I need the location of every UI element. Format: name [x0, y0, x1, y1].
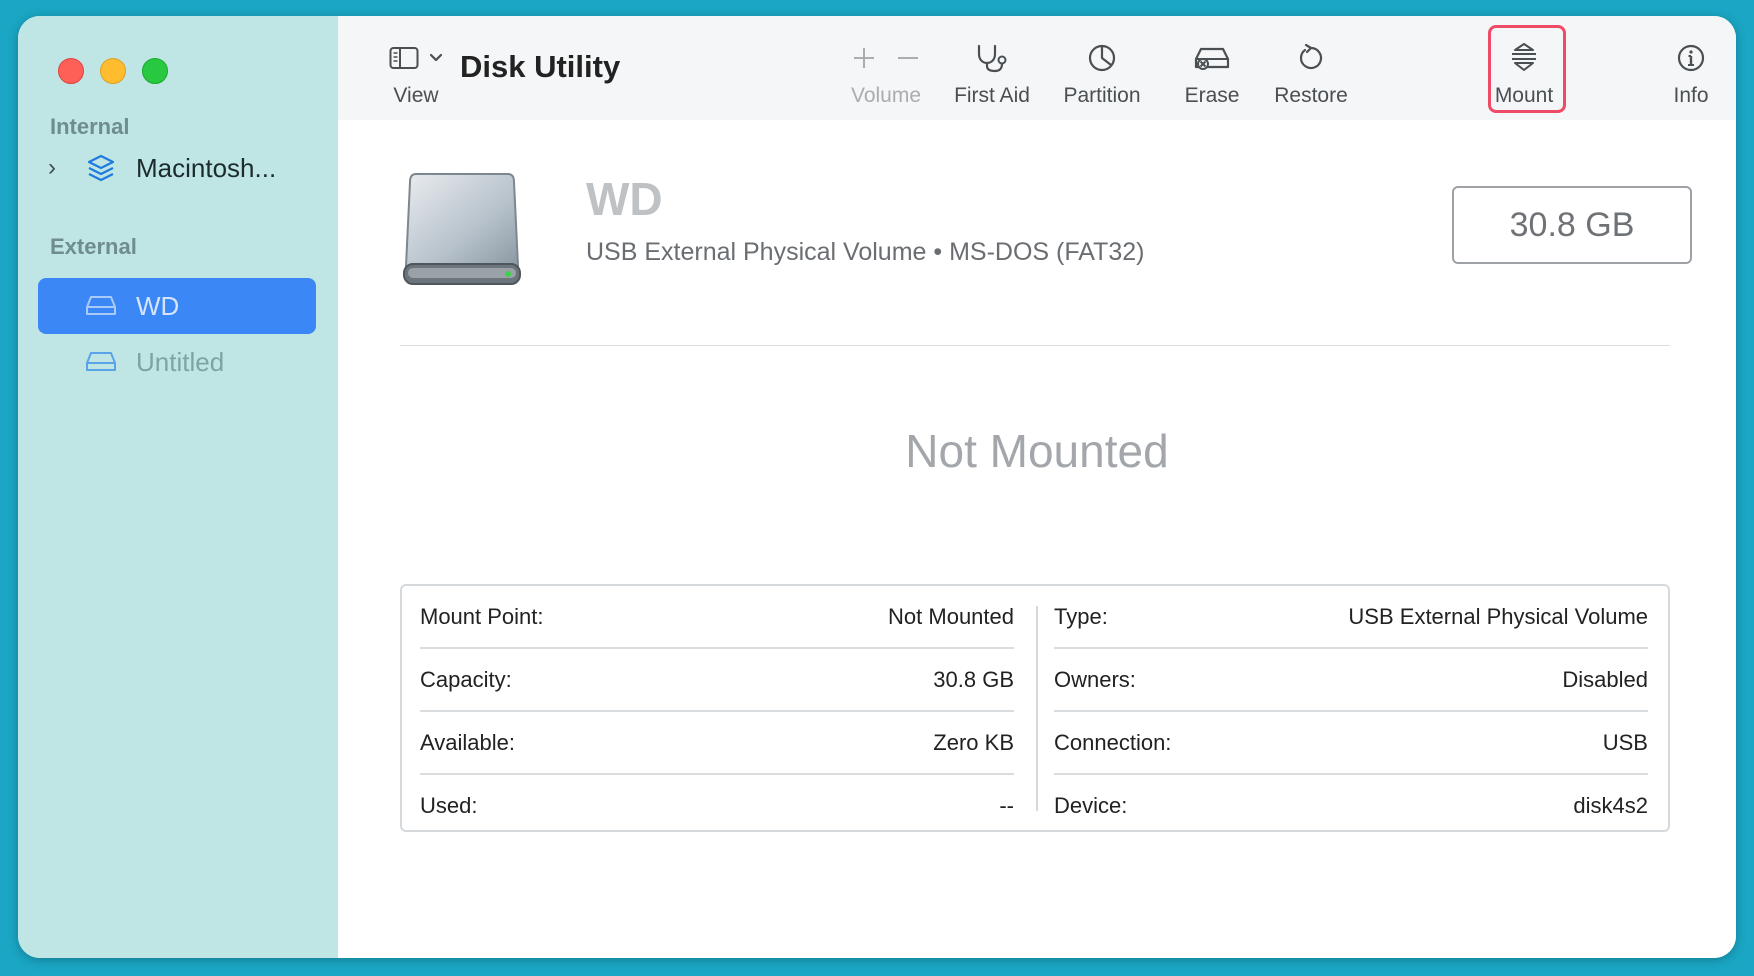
- disk-info-table: Mount Point: Not Mounted Capacity: 30.8 …: [400, 584, 1670, 832]
- restore-label: Restore: [1274, 84, 1348, 107]
- close-button[interactable]: [58, 58, 84, 84]
- info-key: Owners:: [1054, 666, 1136, 692]
- disk-utility-window: Internal › Macintosh... External WD Unti…: [18, 16, 1736, 958]
- disk-name: WD: [586, 173, 663, 225]
- restore-icon: [1299, 43, 1323, 70]
- info-value: USB: [1602, 729, 1648, 755]
- sidebar-item-untitled[interactable]: Untitled: [38, 334, 316, 390]
- info-value: Zero KB: [933, 729, 1014, 755]
- restore-button[interactable]: Restore: [1256, 40, 1366, 108]
- info-value: Not Mounted: [888, 603, 1014, 629]
- info-value: USB External Physical Volume: [1348, 603, 1648, 629]
- toolbar: View Disk Utility Volume First Aid Parti…: [338, 16, 1736, 121]
- layers-icon: [84, 154, 118, 182]
- plus-icon: [854, 48, 874, 68]
- mount-highlight-box: [1488, 25, 1566, 113]
- view-label: View: [393, 84, 439, 107]
- column-divider: [1036, 606, 1038, 811]
- view-button[interactable]: View: [378, 40, 454, 108]
- info-key: Mount Point:: [420, 603, 544, 629]
- info-column-left: Mount Point: Not Mounted Capacity: 30.8 …: [420, 586, 1014, 836]
- divider: [400, 345, 1670, 346]
- disk-subtitle: USB External Physical Volume • MS-DOS (F…: [586, 238, 1145, 266]
- chevron-right-icon[interactable]: ›: [48, 154, 70, 182]
- info-label: Info: [1673, 84, 1709, 107]
- info-key: Capacity:: [420, 666, 512, 692]
- erase-drive-icon: [1194, 47, 1230, 70]
- info-row: Type: USB External Physical Volume: [1054, 586, 1648, 649]
- pie-chart-icon: [1088, 44, 1116, 72]
- info-row: Capacity: 30.8 GB: [420, 649, 1014, 712]
- first-aid-button[interactable]: First Aid: [942, 40, 1042, 108]
- partition-label: Partition: [1063, 84, 1141, 107]
- info-key: Used:: [420, 792, 478, 818]
- info-row: Device: disk4s2: [1054, 775, 1648, 836]
- sidebar-toggle-icon: [389, 47, 419, 69]
- info-key: Available:: [420, 729, 515, 755]
- info-row: Mount Point: Not Mounted: [420, 586, 1014, 649]
- page-title: Disk Utility: [460, 49, 621, 84]
- mount-status: Not Mounted: [905, 425, 1169, 477]
- stethoscope-icon: [977, 44, 1007, 73]
- volume-button[interactable]: Volume: [836, 40, 936, 108]
- first-aid-label: First Aid: [954, 84, 1030, 107]
- info-value: Disabled: [1562, 666, 1648, 692]
- minimize-button[interactable]: [100, 58, 126, 84]
- info-key: Type:: [1054, 603, 1108, 629]
- erase-label: Erase: [1184, 84, 1240, 107]
- volume-label: Volume: [850, 84, 922, 107]
- info-row: Used: --: [420, 775, 1014, 836]
- partition-button[interactable]: Partition: [1038, 40, 1166, 108]
- sidebar-section-external: External: [50, 234, 137, 259]
- info-key: Device:: [1054, 792, 1128, 818]
- chevron-down-icon: [429, 53, 443, 62]
- sidebar: Internal › Macintosh... External WD Unti…: [18, 16, 339, 958]
- zoom-button[interactable]: [142, 58, 168, 84]
- sidebar-item-label: Untitled: [136, 346, 225, 377]
- external-drive-icon: [400, 168, 524, 301]
- info-key: Connection:: [1054, 729, 1172, 755]
- drive-icon: [84, 348, 118, 376]
- window-controls: [58, 58, 168, 84]
- erase-button[interactable]: Erase: [1162, 40, 1262, 108]
- info-column-right: Type: USB External Physical Volume Owner…: [1054, 586, 1648, 836]
- drive-icon: [84, 292, 118, 320]
- main-content: WD USB External Physical Volume • MS-DOS…: [338, 120, 1736, 958]
- disk-size-badge: 30.8 GB: [1452, 186, 1692, 264]
- info-value: 30.8 GB: [933, 666, 1014, 692]
- sidebar-section-internal: Internal: [50, 114, 130, 139]
- sidebar-item-macintosh[interactable]: › Macintosh...: [38, 140, 316, 196]
- info-icon: [1677, 44, 1705, 72]
- info-row: Owners: Disabled: [1054, 649, 1648, 712]
- sidebar-item-wd[interactable]: WD: [38, 278, 316, 334]
- info-row: Available: Zero KB: [420, 712, 1014, 775]
- minus-icon: [898, 57, 918, 59]
- info-button[interactable]: Info: [1656, 40, 1726, 108]
- info-value: --: [999, 792, 1014, 818]
- info-value: disk4s2: [1573, 792, 1648, 818]
- info-row: Connection: USB: [1054, 712, 1648, 775]
- sidebar-item-label: WD: [136, 290, 180, 321]
- sidebar-item-label: Macintosh...: [136, 152, 277, 183]
